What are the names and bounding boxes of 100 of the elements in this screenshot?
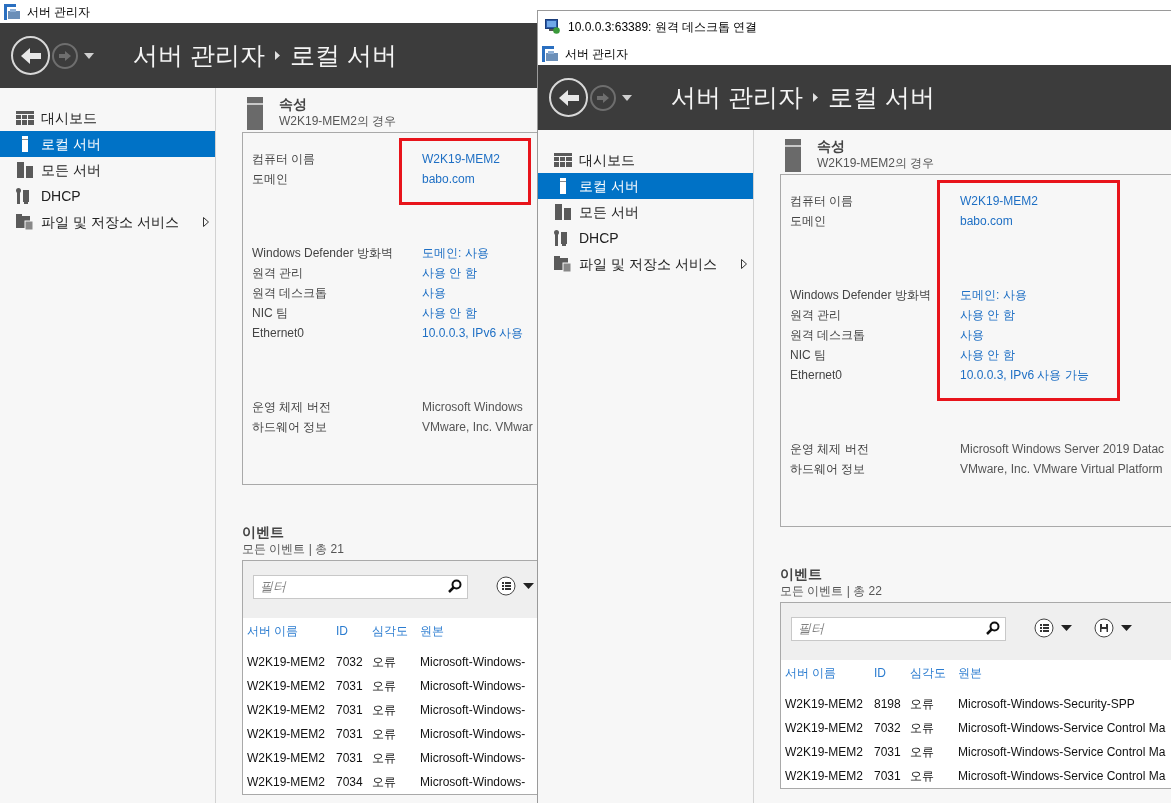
- column-header[interactable]: 심각도: [372, 622, 420, 640]
- property-label: 도메인: [790, 213, 827, 230]
- dashboard-icon: [16, 110, 34, 126]
- table-cell-text: 7031: [336, 678, 364, 695]
- table-cell-text: Microsoft-Windows-: [420, 774, 527, 791]
- table-cell-text: 7031: [336, 726, 364, 743]
- property-label: 원격 관리: [252, 265, 305, 282]
- nav-item[interactable]: 로컬 서버: [0, 131, 215, 157]
- section-subtitle: W2K19-MEM2의 경우: [279, 113, 397, 129]
- caret-down-icon: [1121, 625, 1132, 631]
- property-link[interactable]: 10.0.0.3, IPv6 사용: [422, 323, 524, 343]
- table-cell-text: W2K19-MEM2: [247, 678, 327, 695]
- property-link[interactable]: babo.com: [422, 169, 475, 189]
- property-link[interactable]: 사용: [422, 283, 446, 303]
- property-label: Ethernet0: [790, 367, 844, 384]
- nav-item[interactable]: DHCP: [0, 183, 215, 209]
- property-link[interactable]: 사용 안 함: [422, 263, 477, 283]
- nav-item[interactable]: 대시보드: [538, 147, 753, 173]
- nav-item[interactable]: 모든 서버: [538, 199, 753, 225]
- column-header[interactable]: 심각도: [910, 664, 958, 682]
- save-icon: [1094, 618, 1114, 638]
- property-label: 도메인: [252, 171, 289, 188]
- table-cell-text: W2K19-MEM2: [247, 774, 327, 791]
- section-subtitle: 모든 이벤트 | 총 22: [780, 583, 883, 599]
- table-cell-text: 7031: [874, 768, 902, 785]
- history-dropdown[interactable]: [83, 50, 95, 61]
- property-label: Windows Defender 방화벽: [252, 245, 394, 262]
- nav-item[interactable]: 모든 서버: [0, 157, 215, 183]
- property-label: 원격 관리: [790, 307, 843, 324]
- column-header[interactable]: 원본: [958, 664, 1171, 682]
- server-manager-icon: [542, 45, 558, 62]
- property-value: VMware, Inc. VMware Virtual Platform: [960, 461, 1163, 478]
- property-link[interactable]: W2K19-MEM2: [422, 149, 501, 169]
- section-subtitle: W2K19-MEM2의 경우: [817, 155, 935, 171]
- breadcrumb-item[interactable]: 로컬 서버: [827, 78, 935, 117]
- nav-item[interactable]: 대시보드: [0, 105, 215, 131]
- property-link[interactable]: 사용: [960, 325, 984, 345]
- window-title: 서버 관리자: [565, 45, 629, 63]
- table-cell-text: 오류: [910, 744, 935, 761]
- server-tower-icon: [785, 139, 801, 172]
- breadcrumb-item[interactable]: 서버 관리자: [671, 78, 803, 117]
- nav-item[interactable]: DHCP: [538, 225, 753, 251]
- property-link[interactable]: 사용 안 함: [960, 305, 1015, 325]
- server-manager-icon: [4, 3, 20, 20]
- save-menu-button[interactable]: [1094, 618, 1132, 638]
- property-label: 컴퓨터 이름: [252, 151, 317, 168]
- caret-down-icon: [523, 583, 534, 589]
- back-button[interactable]: [11, 36, 50, 75]
- filter-field[interactable]: 필터: [791, 616, 1006, 641]
- column-header[interactable]: 서버 이름: [247, 622, 336, 640]
- window-title: 서버 관리자: [27, 3, 91, 21]
- column-header[interactable]: ID: [336, 622, 372, 640]
- section-title: 속성: [279, 95, 308, 113]
- server-tower-icon: [247, 97, 263, 130]
- table-cell-text: 오류: [372, 678, 397, 695]
- property-label: 컴퓨터 이름: [790, 193, 855, 210]
- table-cell-text: W2K19-MEM2: [247, 750, 327, 767]
- column-header[interactable]: 원본: [420, 622, 537, 640]
- property-value: Microsoft Windows Server 2019 Datac: [960, 441, 1165, 458]
- property-label: 원격 데스크톱: [790, 327, 867, 344]
- folder-icon: [16, 214, 34, 230]
- table-cell-text: Microsoft-Windows-Service Control Ma: [958, 720, 1167, 737]
- table-cell-text: 오류: [910, 768, 935, 785]
- property-link[interactable]: 도메인: 사용: [422, 243, 489, 263]
- breadcrumb-item[interactable]: 로컬 서버: [289, 36, 397, 75]
- forward-arrow-icon: [596, 91, 610, 104]
- table-cell-text: W2K19-MEM2: [785, 768, 865, 785]
- search-icon: [448, 579, 462, 593]
- nav-item[interactable]: 로컬 서버: [538, 173, 753, 199]
- table-cell-text: 오류: [910, 720, 935, 737]
- history-dropdown[interactable]: [621, 92, 633, 103]
- breadcrumb-separator-icon: [274, 51, 280, 60]
- property-link[interactable]: 10.0.0.3, IPv6 사용 가능: [960, 365, 1089, 385]
- folder-icon: [554, 256, 572, 272]
- table-cell-text: 오류: [910, 696, 935, 713]
- breadcrumb-item[interactable]: 서버 관리자: [133, 36, 265, 75]
- list-menu-button[interactable]: [1034, 618, 1072, 638]
- table-cell-text: Microsoft-Windows-: [420, 678, 527, 695]
- property-label: 원격 데스크톱: [252, 285, 329, 302]
- table-cell-text: W2K19-MEM2: [785, 744, 865, 761]
- property-label: 운영 체제 버전: [252, 399, 332, 416]
- back-button[interactable]: [549, 78, 588, 117]
- remote-desktop-icon: [545, 19, 560, 34]
- property-link[interactable]: 사용 안 함: [422, 303, 477, 323]
- list-menu-button[interactable]: [496, 576, 534, 596]
- column-header[interactable]: 서버 이름: [785, 664, 874, 682]
- column-header[interactable]: ID: [874, 664, 910, 682]
- table-cell-text: 오류: [372, 750, 397, 767]
- filter-field[interactable]: 필터: [253, 574, 468, 599]
- property-link[interactable]: 사용 안 함: [960, 345, 1015, 365]
- property-link[interactable]: 도메인: 사용: [960, 285, 1027, 305]
- property-link[interactable]: babo.com: [960, 211, 1013, 231]
- table-cell-text: Microsoft-Windows-Service Control Ma: [958, 768, 1167, 785]
- nav-item[interactable]: 파일 및 저장소 서비스: [538, 251, 753, 277]
- table-cell-text: W2K19-MEM2: [785, 696, 865, 713]
- property-link[interactable]: W2K19-MEM2: [960, 191, 1039, 211]
- table-cell-text: 오류: [372, 654, 397, 671]
- caret-down-icon: [1061, 625, 1072, 631]
- nav-item[interactable]: 파일 및 저장소 서비스: [0, 209, 215, 235]
- table-cell-text: W2K19-MEM2: [785, 720, 865, 737]
